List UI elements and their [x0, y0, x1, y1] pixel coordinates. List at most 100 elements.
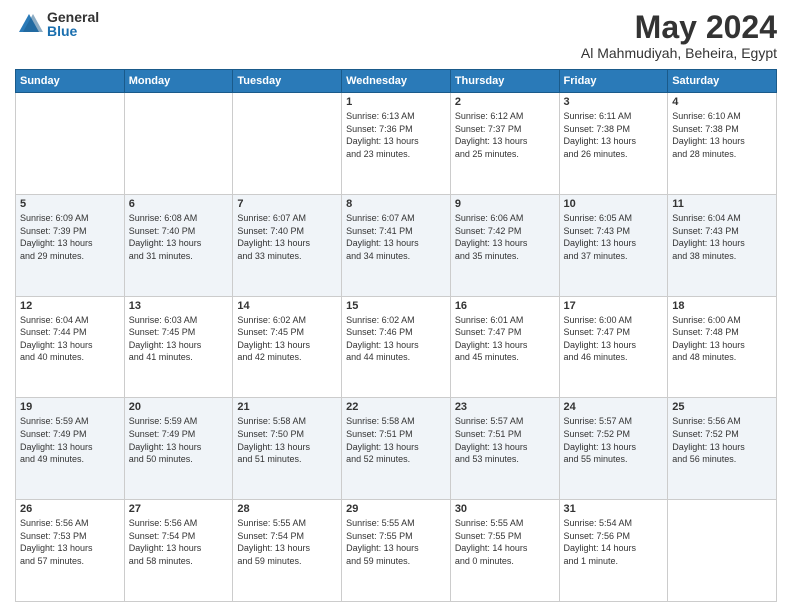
- day-info: Sunrise: 6:03 AM Sunset: 7:45 PM Dayligh…: [129, 314, 229, 364]
- month-title: May 2024: [581, 10, 777, 45]
- calendar-body: 1 Sunrise: 6:13 AM Sunset: 7:36 PM Daylig…: [16, 93, 777, 602]
- day-number: 9: [455, 198, 555, 210]
- page: General Blue May 2024 Al Mahmudiyah, Beh…: [0, 0, 792, 612]
- header-cell-thursday: Thursday: [450, 70, 559, 93]
- day-cell: 19 Sunrise: 5:59 AM Sunset: 7:49 PM Dayli…: [16, 398, 125, 500]
- day-info: Sunrise: 5:58 AM Sunset: 7:51 PM Dayligh…: [346, 415, 446, 465]
- header-cell-wednesday: Wednesday: [342, 70, 451, 93]
- day-number: 1: [346, 96, 446, 108]
- day-cell: [233, 93, 342, 195]
- week-row-5: 26 Sunrise: 5:56 AM Sunset: 7:53 PM Dayli…: [16, 500, 777, 602]
- day-cell: 25 Sunrise: 5:56 AM Sunset: 7:52 PM Dayli…: [668, 398, 777, 500]
- day-cell: 16 Sunrise: 6:01 AM Sunset: 7:47 PM Dayli…: [450, 296, 559, 398]
- day-info: Sunrise: 6:00 AM Sunset: 7:47 PM Dayligh…: [564, 314, 664, 364]
- day-number: 30: [455, 503, 555, 515]
- day-number: 10: [564, 198, 664, 210]
- day-info: Sunrise: 6:02 AM Sunset: 7:46 PM Dayligh…: [346, 314, 446, 364]
- day-info: Sunrise: 5:55 AM Sunset: 7:54 PM Dayligh…: [237, 517, 337, 567]
- day-info: Sunrise: 5:57 AM Sunset: 7:51 PM Dayligh…: [455, 415, 555, 465]
- day-number: 26: [20, 503, 120, 515]
- day-number: 25: [672, 401, 772, 413]
- day-number: 8: [346, 198, 446, 210]
- week-row-2: 5Sunrise: 6:09 AM Sunset: 7:39 PM Daylig…: [16, 194, 777, 296]
- day-info: Sunrise: 6:02 AM Sunset: 7:45 PM Dayligh…: [237, 314, 337, 364]
- header-cell-saturday: Saturday: [668, 70, 777, 93]
- day-cell: 21Sunrise: 5:58 AM Sunset: 7:50 PM Dayli…: [233, 398, 342, 500]
- day-cell: 14 Sunrise: 6:02 AM Sunset: 7:45 PM Dayli…: [233, 296, 342, 398]
- day-cell: 10 Sunrise: 6:05 AM Sunset: 7:43 PM Dayli…: [559, 194, 668, 296]
- day-cell: 9 Sunrise: 6:06 AM Sunset: 7:42 PM Daylig…: [450, 194, 559, 296]
- header-cell-sunday: Sunday: [16, 70, 125, 93]
- day-number: 11: [672, 198, 772, 210]
- day-cell: [124, 93, 233, 195]
- day-info: Sunrise: 5:54 AM Sunset: 7:56 PM Dayligh…: [564, 517, 664, 567]
- day-info: Sunrise: 6:12 AM Sunset: 7:37 PM Dayligh…: [455, 110, 555, 160]
- logo-text: General Blue: [47, 10, 99, 38]
- header-cell-monday: Monday: [124, 70, 233, 93]
- day-info: Sunrise: 5:56 AM Sunset: 7:52 PM Dayligh…: [672, 415, 772, 465]
- day-info: Sunrise: 5:55 AM Sunset: 7:55 PM Dayligh…: [346, 517, 446, 567]
- day-info: Sunrise: 6:01 AM Sunset: 7:47 PM Dayligh…: [455, 314, 555, 364]
- day-number: 18: [672, 300, 772, 312]
- day-cell: 29 Sunrise: 5:55 AM Sunset: 7:55 PM Dayli…: [342, 500, 451, 602]
- day-info: Sunrise: 5:56 AM Sunset: 7:54 PM Dayligh…: [129, 517, 229, 567]
- location-title: Al Mahmudiyah, Beheira, Egypt: [581, 45, 777, 61]
- day-number: 19: [20, 401, 120, 413]
- logo: General Blue: [15, 10, 99, 38]
- day-cell: 6 Sunrise: 6:08 AM Sunset: 7:40 PM Daylig…: [124, 194, 233, 296]
- day-number: 6: [129, 198, 229, 210]
- day-cell: [668, 500, 777, 602]
- day-cell: 30Sunrise: 5:55 AM Sunset: 7:55 PM Dayli…: [450, 500, 559, 602]
- day-cell: 12 Sunrise: 6:04 AM Sunset: 7:44 PM Dayli…: [16, 296, 125, 398]
- day-info: Sunrise: 5:58 AM Sunset: 7:50 PM Dayligh…: [237, 415, 337, 465]
- day-number: 3: [564, 96, 664, 108]
- day-number: 17: [564, 300, 664, 312]
- week-row-4: 19 Sunrise: 5:59 AM Sunset: 7:49 PM Dayli…: [16, 398, 777, 500]
- day-number: 2: [455, 96, 555, 108]
- day-cell: 8 Sunrise: 6:07 AM Sunset: 7:41 PM Daylig…: [342, 194, 451, 296]
- day-cell: 26 Sunrise: 5:56 AM Sunset: 7:53 PM Dayli…: [16, 500, 125, 602]
- day-cell: 22Sunrise: 5:58 AM Sunset: 7:51 PM Dayli…: [342, 398, 451, 500]
- day-cell: 11Sunrise: 6:04 AM Sunset: 7:43 PM Dayli…: [668, 194, 777, 296]
- day-cell: 7Sunrise: 6:07 AM Sunset: 7:40 PM Daylig…: [233, 194, 342, 296]
- logo-general: General: [47, 10, 99, 24]
- day-info: Sunrise: 6:07 AM Sunset: 7:41 PM Dayligh…: [346, 212, 446, 262]
- day-number: 16: [455, 300, 555, 312]
- day-number: 24: [564, 401, 664, 413]
- day-cell: [16, 93, 125, 195]
- day-info: Sunrise: 6:06 AM Sunset: 7:42 PM Dayligh…: [455, 212, 555, 262]
- day-number: 5: [20, 198, 120, 210]
- title-section: May 2024 Al Mahmudiyah, Beheira, Egypt: [581, 10, 777, 61]
- day-cell: 28Sunrise: 5:55 AM Sunset: 7:54 PM Dayli…: [233, 500, 342, 602]
- logo-blue: Blue: [47, 24, 99, 38]
- day-number: 20: [129, 401, 229, 413]
- day-info: Sunrise: 6:05 AM Sunset: 7:43 PM Dayligh…: [564, 212, 664, 262]
- week-row-3: 12 Sunrise: 6:04 AM Sunset: 7:44 PM Dayli…: [16, 296, 777, 398]
- day-cell: 3 Sunrise: 6:11 AM Sunset: 7:38 PM Daylig…: [559, 93, 668, 195]
- day-info: Sunrise: 5:56 AM Sunset: 7:53 PM Dayligh…: [20, 517, 120, 567]
- day-number: 15: [346, 300, 446, 312]
- day-cell: 2 Sunrise: 6:12 AM Sunset: 7:37 PM Daylig…: [450, 93, 559, 195]
- day-cell: 13 Sunrise: 6:03 AM Sunset: 7:45 PM Dayli…: [124, 296, 233, 398]
- day-number: 14: [237, 300, 337, 312]
- day-cell: 20Sunrise: 5:59 AM Sunset: 7:49 PM Dayli…: [124, 398, 233, 500]
- day-cell: 5Sunrise: 6:09 AM Sunset: 7:39 PM Daylig…: [16, 194, 125, 296]
- day-info: Sunrise: 5:59 AM Sunset: 7:49 PM Dayligh…: [20, 415, 120, 465]
- day-cell: 17 Sunrise: 6:00 AM Sunset: 7:47 PM Dayli…: [559, 296, 668, 398]
- day-cell: 18Sunrise: 6:00 AM Sunset: 7:48 PM Dayli…: [668, 296, 777, 398]
- day-cell: 4Sunrise: 6:10 AM Sunset: 7:38 PM Daylig…: [668, 93, 777, 195]
- day-number: 29: [346, 503, 446, 515]
- day-number: 12: [20, 300, 120, 312]
- week-row-1: 1 Sunrise: 6:13 AM Sunset: 7:36 PM Daylig…: [16, 93, 777, 195]
- day-number: 4: [672, 96, 772, 108]
- header-row: SundayMondayTuesdayWednesdayThursdayFrid…: [16, 70, 777, 93]
- day-info: Sunrise: 6:11 AM Sunset: 7:38 PM Dayligh…: [564, 110, 664, 160]
- day-cell: 31Sunrise: 5:54 AM Sunset: 7:56 PM Dayli…: [559, 500, 668, 602]
- day-cell: 1 Sunrise: 6:13 AM Sunset: 7:36 PM Daylig…: [342, 93, 451, 195]
- day-info: Sunrise: 6:04 AM Sunset: 7:44 PM Dayligh…: [20, 314, 120, 364]
- day-number: 13: [129, 300, 229, 312]
- header-cell-tuesday: Tuesday: [233, 70, 342, 93]
- day-info: Sunrise: 6:13 AM Sunset: 7:36 PM Dayligh…: [346, 110, 446, 160]
- day-info: Sunrise: 6:08 AM Sunset: 7:40 PM Dayligh…: [129, 212, 229, 262]
- day-number: 7: [237, 198, 337, 210]
